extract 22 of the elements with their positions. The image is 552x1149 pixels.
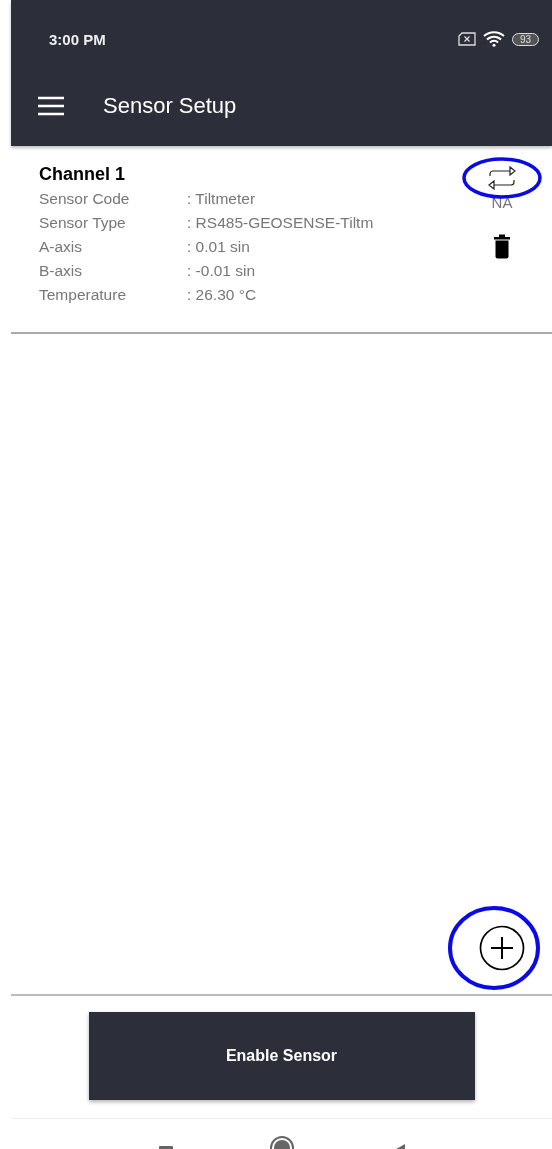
field-label: A-axis (39, 237, 84, 257)
add-icon[interactable] (479, 925, 525, 971)
menu-icon[interactable] (37, 96, 65, 116)
status-text: NA (491, 194, 513, 211)
field-label: B-axis (39, 261, 84, 281)
battery-indicator: 93 (511, 32, 539, 46)
status-time: 3:00 PM (49, 30, 106, 48)
swap-icon[interactable] (487, 166, 517, 190)
field-value: : Tiltmeter (187, 189, 256, 209)
field-value: : 26.30 °C (187, 285, 257, 305)
field-value: : 0.01 sin (187, 237, 250, 257)
enable-sensor-button[interactable]: Enable Sensor (88, 1012, 475, 1100)
delete-icon[interactable] (494, 233, 510, 259)
field-label: Sensor Type (39, 213, 127, 233)
screen-title: Sensor Setup (103, 93, 237, 119)
field-value: : RS485-GEOSENSE-Tiltm (187, 213, 374, 233)
sim-icon (457, 32, 476, 46)
channel-title: Channel 1 (39, 164, 127, 185)
wifi-icon (482, 31, 505, 47)
field-label: Sensor Code (39, 189, 131, 209)
field-label: Temperature (39, 285, 127, 305)
field-value: : -0.01 sin (187, 261, 256, 281)
